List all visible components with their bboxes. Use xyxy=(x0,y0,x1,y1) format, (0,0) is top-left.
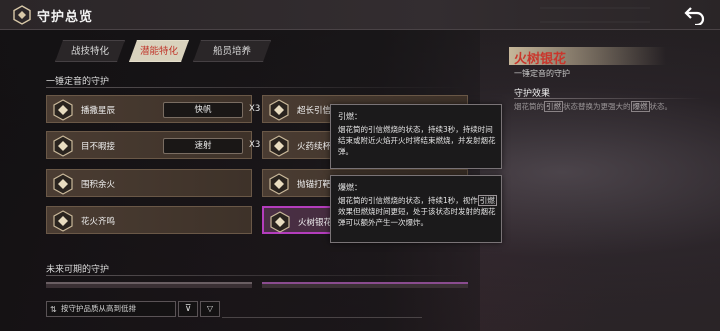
future-guardian-card[interactable] xyxy=(262,282,468,288)
guardian-name: 播撒星辰 xyxy=(81,106,116,116)
tooltip-body: 烟花筒的引信燃烧的状态，持续3秒，持续时间结束或附近火焰开火时将结束燃烧，并发射… xyxy=(338,125,496,156)
tab-crew-training[interactable]: 船员培养 xyxy=(193,40,271,62)
guardian-name: 花火齐鸣 xyxy=(81,217,116,227)
tooltip-title: 引燃： xyxy=(338,112,362,121)
sort-label: 按守护品质从高到低排 xyxy=(61,304,136,313)
filter-icon[interactable]: ⊽ xyxy=(178,301,198,317)
guardian-hex-icon xyxy=(53,99,73,121)
keyword-tooltip-deflagration: 爆燃： 烟花筒的引信燃烧的状态，持续1秒，视作 引燃效果但燃烧时间更短，处于该状态… xyxy=(330,175,502,243)
detail-subtitle: 一锤定音的守护 xyxy=(514,69,570,78)
guardian-multiplier: X3 xyxy=(249,140,261,150)
guardian-slot: 速射 xyxy=(163,138,243,154)
guardian-multiplier: X3 xyxy=(249,104,261,114)
tooltip-body: 烟花筒的引信燃烧的状态，持续1秒，视作 引燃效果但燃烧时间更短，处于该状态时发射的… xyxy=(338,195,497,227)
tooltip-title: 爆燃： xyxy=(338,183,362,192)
future-guardian-card[interactable] xyxy=(46,282,252,288)
clear-filter-icon[interactable]: ▽ xyxy=(200,301,220,317)
keyword-ignite[interactable]: 引燃 xyxy=(544,101,563,112)
return-arrow-icon[interactable] xyxy=(684,5,706,25)
guardian-name: 目不暇接 xyxy=(81,142,116,152)
sort-dropdown[interactable]: ⇅ 按守护品质从高到低排 xyxy=(46,301,176,317)
guardian-hex-icon xyxy=(269,99,289,121)
guardian-hex-icon xyxy=(53,135,73,157)
guardian-name: 火药续杯 xyxy=(297,142,332,152)
keyword-deflagration[interactable]: 爆燃 xyxy=(630,101,650,112)
effect-divider xyxy=(514,98,704,99)
detail-title: 火树银花 xyxy=(514,52,567,67)
guardian-hex-icon xyxy=(269,173,289,195)
guardian-card[interactable]: 目不暇接 速射 X3 xyxy=(46,131,260,159)
top-bar: 守护总览 xyxy=(0,0,720,30)
guardian-name: 超长引信 xyxy=(297,106,332,116)
guardian-hex-icon xyxy=(53,210,73,232)
guardian-name: 火树银花 xyxy=(298,218,333,228)
tab-combat-specialization[interactable]: 战技特化 xyxy=(55,40,125,62)
guardian-hex-icon xyxy=(53,173,73,195)
guardian-card[interactable]: 花火齐鸣 xyxy=(46,206,252,234)
tab-potential-specialization[interactable]: 潜能特化 xyxy=(129,40,189,62)
page-title: 守护总览 xyxy=(37,10,94,25)
controls-divider xyxy=(222,317,422,318)
guardian-card[interactable]: 围积余火 xyxy=(46,169,252,197)
section-divider xyxy=(46,275,466,276)
guardian-name: 抛锚打靶 xyxy=(297,180,332,190)
tooltip-keyword: 引燃 xyxy=(477,195,497,206)
sort-icon: ⇅ xyxy=(50,305,57,314)
guardian-slot: 快帆 xyxy=(163,102,243,118)
tab-bar: 战技特化 潜能特化 船员培养 xyxy=(55,40,275,62)
section-title-current: 一锤定音的守护 xyxy=(46,77,110,87)
guardian-card[interactable]: 播撒星辰 快帆 X3 xyxy=(46,95,260,123)
guardian-hex-icon xyxy=(270,211,290,233)
decorative-text-icon xyxy=(540,7,650,23)
section-title-future: 未来可期的守护 xyxy=(46,265,110,275)
effect-description: 烟花筒的 引燃 状态替换为更强大的 爆燃 状态。 xyxy=(514,101,672,112)
guardian-hex-icon xyxy=(269,135,289,157)
guardian-emblem-icon xyxy=(13,5,31,25)
section-divider xyxy=(46,87,466,88)
guardian-name: 围积余火 xyxy=(81,180,116,190)
keyword-tooltip-ignite: 引燃： 烟花筒的引信燃烧的状态，持续3秒，持续时间结束或附近火焰开火时将结束燃烧… xyxy=(330,104,502,169)
